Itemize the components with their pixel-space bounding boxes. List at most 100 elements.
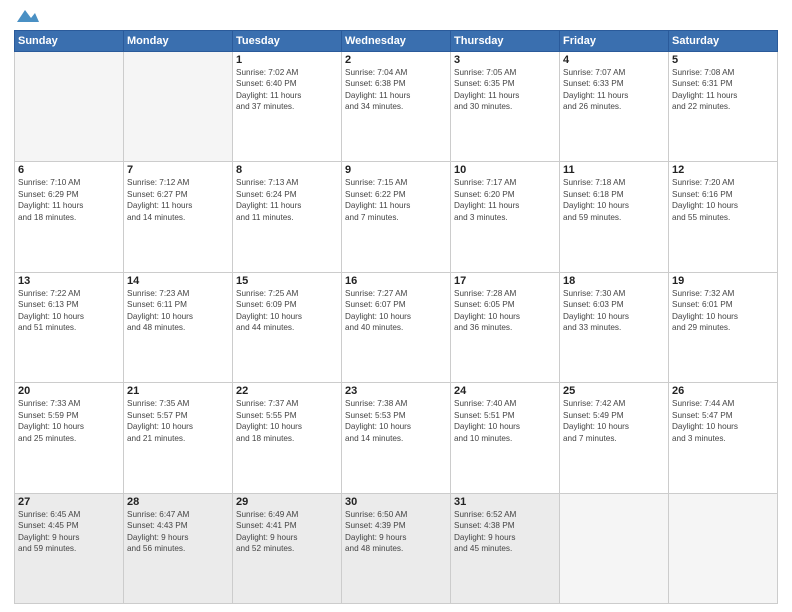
calendar-cell: 21Sunrise: 7:35 AM Sunset: 5:57 PM Dayli…	[124, 383, 233, 493]
calendar-cell: 23Sunrise: 7:38 AM Sunset: 5:53 PM Dayli…	[342, 383, 451, 493]
calendar-header-monday: Monday	[124, 31, 233, 52]
day-number: 6	[18, 164, 120, 176]
calendar-cell: 5Sunrise: 7:08 AM Sunset: 6:31 PM Daylig…	[669, 52, 778, 162]
calendar-cell: 26Sunrise: 7:44 AM Sunset: 5:47 PM Dayli…	[669, 383, 778, 493]
calendar-cell: 24Sunrise: 7:40 AM Sunset: 5:51 PM Dayli…	[451, 383, 560, 493]
day-info: Sunrise: 7:18 AM Sunset: 6:18 PM Dayligh…	[563, 177, 665, 223]
day-info: Sunrise: 7:17 AM Sunset: 6:20 PM Dayligh…	[454, 177, 556, 223]
calendar-header-wednesday: Wednesday	[342, 31, 451, 52]
calendar-cell: 15Sunrise: 7:25 AM Sunset: 6:09 PM Dayli…	[233, 272, 342, 382]
day-info: Sunrise: 7:10 AM Sunset: 6:29 PM Dayligh…	[18, 177, 120, 223]
day-info: Sunrise: 7:07 AM Sunset: 6:33 PM Dayligh…	[563, 67, 665, 113]
day-info: Sunrise: 7:40 AM Sunset: 5:51 PM Dayligh…	[454, 398, 556, 444]
calendar-cell: 11Sunrise: 7:18 AM Sunset: 6:18 PM Dayli…	[560, 162, 669, 272]
day-number: 1	[236, 54, 338, 66]
calendar-cell: 29Sunrise: 6:49 AM Sunset: 4:41 PM Dayli…	[233, 493, 342, 603]
day-info: Sunrise: 7:37 AM Sunset: 5:55 PM Dayligh…	[236, 398, 338, 444]
day-info: Sunrise: 7:42 AM Sunset: 5:49 PM Dayligh…	[563, 398, 665, 444]
day-number: 21	[127, 385, 229, 397]
day-info: Sunrise: 7:23 AM Sunset: 6:11 PM Dayligh…	[127, 288, 229, 334]
day-number: 8	[236, 164, 338, 176]
calendar-cell: 10Sunrise: 7:17 AM Sunset: 6:20 PM Dayli…	[451, 162, 560, 272]
calendar-cell: 25Sunrise: 7:42 AM Sunset: 5:49 PM Dayli…	[560, 383, 669, 493]
calendar-cell: 27Sunrise: 6:45 AM Sunset: 4:45 PM Dayli…	[15, 493, 124, 603]
calendar-body: 1Sunrise: 7:02 AM Sunset: 6:40 PM Daylig…	[15, 52, 778, 604]
calendar-cell: 2Sunrise: 7:04 AM Sunset: 6:38 PM Daylig…	[342, 52, 451, 162]
day-number: 2	[345, 54, 447, 66]
calendar-table: SundayMondayTuesdayWednesdayThursdayFrid…	[14, 30, 778, 604]
day-info: Sunrise: 6:49 AM Sunset: 4:41 PM Dayligh…	[236, 509, 338, 555]
day-info: Sunrise: 7:13 AM Sunset: 6:24 PM Dayligh…	[236, 177, 338, 223]
day-number: 25	[563, 385, 665, 397]
calendar-header-thursday: Thursday	[451, 31, 560, 52]
calendar-cell: 22Sunrise: 7:37 AM Sunset: 5:55 PM Dayli…	[233, 383, 342, 493]
calendar-cell: 17Sunrise: 7:28 AM Sunset: 6:05 PM Dayli…	[451, 272, 560, 382]
calendar-cell: 20Sunrise: 7:33 AM Sunset: 5:59 PM Dayli…	[15, 383, 124, 493]
header	[14, 10, 778, 24]
calendar-cell	[15, 52, 124, 162]
calendar-cell: 7Sunrise: 7:12 AM Sunset: 6:27 PM Daylig…	[124, 162, 233, 272]
calendar-cell: 8Sunrise: 7:13 AM Sunset: 6:24 PM Daylig…	[233, 162, 342, 272]
day-number: 27	[18, 496, 120, 508]
calendar-cell: 9Sunrise: 7:15 AM Sunset: 6:22 PM Daylig…	[342, 162, 451, 272]
calendar-cell	[669, 493, 778, 603]
day-number: 10	[454, 164, 556, 176]
calendar-cell	[560, 493, 669, 603]
logo-icon	[17, 8, 39, 24]
calendar-cell: 30Sunrise: 6:50 AM Sunset: 4:39 PM Dayli…	[342, 493, 451, 603]
day-number: 30	[345, 496, 447, 508]
day-number: 19	[672, 275, 774, 287]
day-number: 17	[454, 275, 556, 287]
day-number: 4	[563, 54, 665, 66]
calendar-cell: 13Sunrise: 7:22 AM Sunset: 6:13 PM Dayli…	[15, 272, 124, 382]
calendar-cell: 28Sunrise: 6:47 AM Sunset: 4:43 PM Dayli…	[124, 493, 233, 603]
day-info: Sunrise: 7:05 AM Sunset: 6:35 PM Dayligh…	[454, 67, 556, 113]
day-number: 26	[672, 385, 774, 397]
day-info: Sunrise: 7:27 AM Sunset: 6:07 PM Dayligh…	[345, 288, 447, 334]
calendar-cell: 3Sunrise: 7:05 AM Sunset: 6:35 PM Daylig…	[451, 52, 560, 162]
calendar-cell: 14Sunrise: 7:23 AM Sunset: 6:11 PM Dayli…	[124, 272, 233, 382]
calendar-week-1: 6Sunrise: 7:10 AM Sunset: 6:29 PM Daylig…	[15, 162, 778, 272]
calendar-cell: 19Sunrise: 7:32 AM Sunset: 6:01 PM Dayli…	[669, 272, 778, 382]
calendar-header-friday: Friday	[560, 31, 669, 52]
day-info: Sunrise: 7:33 AM Sunset: 5:59 PM Dayligh…	[18, 398, 120, 444]
day-info: Sunrise: 7:22 AM Sunset: 6:13 PM Dayligh…	[18, 288, 120, 334]
calendar-cell: 12Sunrise: 7:20 AM Sunset: 6:16 PM Dayli…	[669, 162, 778, 272]
calendar-cell: 18Sunrise: 7:30 AM Sunset: 6:03 PM Dayli…	[560, 272, 669, 382]
day-number: 5	[672, 54, 774, 66]
day-info: Sunrise: 7:38 AM Sunset: 5:53 PM Dayligh…	[345, 398, 447, 444]
day-number: 14	[127, 275, 229, 287]
day-number: 7	[127, 164, 229, 176]
day-info: Sunrise: 7:44 AM Sunset: 5:47 PM Dayligh…	[672, 398, 774, 444]
day-number: 24	[454, 385, 556, 397]
day-number: 23	[345, 385, 447, 397]
day-info: Sunrise: 7:25 AM Sunset: 6:09 PM Dayligh…	[236, 288, 338, 334]
day-number: 29	[236, 496, 338, 508]
calendar-cell: 6Sunrise: 7:10 AM Sunset: 6:29 PM Daylig…	[15, 162, 124, 272]
day-number: 9	[345, 164, 447, 176]
day-info: Sunrise: 7:28 AM Sunset: 6:05 PM Dayligh…	[454, 288, 556, 334]
calendar-week-2: 13Sunrise: 7:22 AM Sunset: 6:13 PM Dayli…	[15, 272, 778, 382]
calendar-cell: 4Sunrise: 7:07 AM Sunset: 6:33 PM Daylig…	[560, 52, 669, 162]
day-info: Sunrise: 7:30 AM Sunset: 6:03 PM Dayligh…	[563, 288, 665, 334]
day-info: Sunrise: 6:50 AM Sunset: 4:39 PM Dayligh…	[345, 509, 447, 555]
calendar-cell: 1Sunrise: 7:02 AM Sunset: 6:40 PM Daylig…	[233, 52, 342, 162]
logo	[14, 10, 39, 24]
day-number: 20	[18, 385, 120, 397]
calendar-cell	[124, 52, 233, 162]
day-number: 16	[345, 275, 447, 287]
day-info: Sunrise: 7:20 AM Sunset: 6:16 PM Dayligh…	[672, 177, 774, 223]
day-number: 28	[127, 496, 229, 508]
calendar-cell: 16Sunrise: 7:27 AM Sunset: 6:07 PM Dayli…	[342, 272, 451, 382]
day-info: Sunrise: 7:08 AM Sunset: 6:31 PM Dayligh…	[672, 67, 774, 113]
day-number: 31	[454, 496, 556, 508]
day-number: 22	[236, 385, 338, 397]
day-number: 15	[236, 275, 338, 287]
day-number: 3	[454, 54, 556, 66]
day-number: 11	[563, 164, 665, 176]
day-number: 18	[563, 275, 665, 287]
calendar-header-sunday: Sunday	[15, 31, 124, 52]
calendar-header-row: SundayMondayTuesdayWednesdayThursdayFrid…	[15, 31, 778, 52]
day-info: Sunrise: 6:45 AM Sunset: 4:45 PM Dayligh…	[18, 509, 120, 555]
day-info: Sunrise: 7:35 AM Sunset: 5:57 PM Dayligh…	[127, 398, 229, 444]
